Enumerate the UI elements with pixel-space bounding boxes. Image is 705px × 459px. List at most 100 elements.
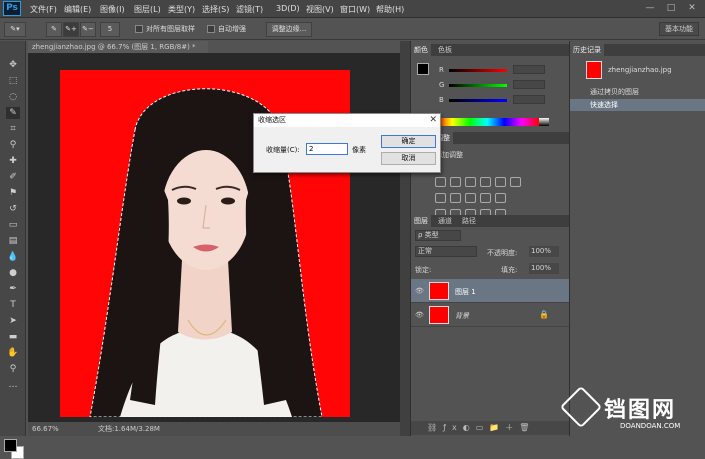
menu-image[interactable]: 图像(I) bbox=[100, 4, 125, 15]
history-panel-tabs: 历史记录 bbox=[570, 44, 705, 56]
right-panel-column: 颜色 色板 R G B 调整 添加调整 图层 通道 路径 ρ 类型 正常 不透明… bbox=[410, 41, 569, 436]
blur-tool-icon[interactable]: 💧 bbox=[6, 251, 20, 263]
tab-color[interactable]: 颜色 bbox=[411, 44, 431, 56]
quick-selection-tool-icon[interactable]: ✎ bbox=[6, 107, 20, 119]
new-selection-icon[interactable]: ✎ bbox=[46, 22, 62, 37]
layer-name[interactable]: 背景 bbox=[455, 311, 469, 321]
eyedropper-tool-icon[interactable]: ⚲ bbox=[6, 139, 20, 151]
quick-select-tool-preset-icon[interactable]: ✎▾ bbox=[4, 22, 26, 37]
minimize-button[interactable]: — bbox=[641, 2, 659, 15]
auto-enhance-checkbox[interactable] bbox=[207, 25, 215, 33]
eraser-tool-icon[interactable]: ▭ bbox=[6, 219, 20, 231]
menu-select[interactable]: 选择(S) bbox=[202, 4, 229, 15]
menu-edit[interactable]: 编辑(E) bbox=[64, 4, 91, 15]
dodge-tool-icon[interactable]: ● bbox=[6, 267, 20, 279]
shape-tool-icon[interactable]: ▬ bbox=[6, 331, 20, 343]
type-tool-icon[interactable]: T bbox=[6, 299, 20, 311]
visibility-eye-icon[interactable]: 👁 bbox=[415, 311, 424, 319]
healing-brush-tool-icon[interactable]: ✚ bbox=[6, 155, 20, 167]
curves-icon[interactable] bbox=[465, 177, 476, 187]
workspace-switcher[interactable]: 基本功能 bbox=[659, 22, 699, 36]
fill-field[interactable]: 100% bbox=[529, 263, 559, 274]
gradient-tool-icon[interactable]: ▤ bbox=[6, 235, 20, 247]
hue-saturation-icon[interactable] bbox=[510, 177, 521, 187]
subtract-from-selection-icon[interactable]: ✎− bbox=[80, 22, 96, 37]
sample-all-layers-checkbox[interactable] bbox=[135, 25, 143, 33]
brightness-contrast-icon[interactable] bbox=[435, 177, 446, 187]
history-step[interactable]: 通过拷贝的图层 bbox=[570, 86, 705, 98]
hand-tool-icon[interactable]: ✋ bbox=[6, 347, 20, 359]
brush-tool-icon[interactable]: ✐ bbox=[6, 171, 20, 183]
color-ramp[interactable] bbox=[435, 118, 539, 126]
dialog-close-icon[interactable]: ✕ bbox=[429, 114, 437, 127]
crop-tool-icon[interactable]: ⌗ bbox=[6, 123, 20, 135]
menu-view[interactable]: 视图(V) bbox=[306, 4, 334, 15]
opacity-field[interactable]: 100% bbox=[529, 246, 559, 257]
more-tools-icon[interactable]: … bbox=[6, 379, 20, 391]
menu-layer[interactable]: 图层(L) bbox=[134, 4, 161, 15]
history-brush-tool-icon[interactable]: ↺ bbox=[6, 203, 20, 215]
channel-mixer-icon[interactable] bbox=[480, 193, 491, 203]
tab-channels[interactable]: 通道 bbox=[435, 215, 455, 227]
green-slider[interactable] bbox=[449, 84, 507, 87]
photo-filter-icon[interactable] bbox=[465, 193, 476, 203]
brush-size-picker[interactable]: 5 bbox=[100, 22, 120, 37]
maximize-button[interactable]: □ bbox=[662, 2, 680, 15]
tab-layers[interactable]: 图层 bbox=[411, 215, 431, 227]
visibility-eye-icon[interactable]: 👁 bbox=[415, 287, 424, 295]
snapshot-name[interactable]: zhengjianzhao.jpg bbox=[608, 66, 672, 74]
clone-stamp-tool-icon[interactable]: ⚑ bbox=[6, 187, 20, 199]
add-to-selection-icon[interactable]: ✎+ bbox=[63, 22, 79, 37]
layer-kind-filter[interactable]: ρ 类型 bbox=[415, 230, 461, 241]
zoom-tool-icon[interactable]: ⚲ bbox=[6, 363, 20, 375]
history-step-selected[interactable]: 快速选择 bbox=[570, 99, 705, 111]
red-value-field[interactable] bbox=[513, 65, 545, 74]
document-info: 文档:1.64M/3.28M bbox=[98, 425, 160, 433]
green-value-field[interactable] bbox=[513, 80, 545, 89]
path-selection-tool-icon[interactable]: ➤ bbox=[6, 315, 20, 327]
lasso-tool-icon[interactable]: ◌ bbox=[6, 91, 20, 103]
close-window-button[interactable]: ✕ bbox=[683, 2, 701, 15]
blue-value-field[interactable] bbox=[513, 95, 545, 104]
blend-mode-select[interactable]: 正常 bbox=[415, 246, 477, 257]
color-swatches[interactable] bbox=[4, 439, 24, 459]
grayscale-ramp[interactable] bbox=[539, 118, 549, 126]
menu-help[interactable]: 帮助(H) bbox=[376, 4, 404, 15]
ok-button[interactable]: 确定 bbox=[381, 135, 436, 148]
tab-swatches[interactable]: 色板 bbox=[435, 44, 455, 56]
panel-foreground-swatch[interactable] bbox=[417, 63, 429, 75]
menu-window[interactable]: 窗口(W) bbox=[340, 4, 370, 15]
marquee-tool-icon[interactable]: ⬚ bbox=[6, 75, 20, 87]
menu-filter[interactable]: 滤镜(T) bbox=[236, 4, 263, 15]
cancel-button[interactable]: 取消 bbox=[381, 152, 436, 165]
refine-edge-button[interactable]: 调整边缘... bbox=[266, 22, 312, 37]
levels-icon[interactable] bbox=[450, 177, 461, 187]
foreground-color-swatch[interactable] bbox=[4, 439, 17, 452]
layer-row-background[interactable]: 👁 背景 🔒 bbox=[411, 303, 569, 327]
tab-history[interactable]: 历史记录 bbox=[570, 44, 604, 56]
history-step-label: 快速选择 bbox=[590, 101, 618, 109]
black-white-icon[interactable] bbox=[450, 193, 461, 203]
red-slider[interactable] bbox=[449, 69, 507, 72]
tab-paths[interactable]: 路径 bbox=[459, 215, 479, 227]
snapshot-thumbnail[interactable] bbox=[586, 61, 602, 79]
watermark-logo-icon bbox=[559, 385, 603, 429]
zoom-level[interactable]: 66.67% bbox=[32, 422, 59, 436]
layers-footer-icons[interactable]: ⛓ƒx◐▭📁＋🗑 bbox=[411, 421, 569, 435]
layer-row-1[interactable]: 👁 图层 1 bbox=[411, 279, 569, 303]
layer-name[interactable]: 图层 1 bbox=[455, 287, 476, 297]
blue-slider[interactable] bbox=[449, 99, 507, 102]
pen-tool-icon[interactable]: ✒ bbox=[6, 283, 20, 295]
document-tab[interactable]: zhengjianzhao.jpg @ 66.7% (图层 1, RGB/8#)… bbox=[28, 41, 208, 53]
move-tool-icon[interactable]: ✥ bbox=[6, 59, 20, 71]
channel-b-label: B bbox=[439, 96, 444, 104]
contract-by-input[interactable]: 2 bbox=[306, 143, 348, 155]
exposure-icon[interactable] bbox=[480, 177, 491, 187]
color-lookup-icon[interactable] bbox=[495, 193, 506, 203]
menu-3d[interactable]: 3D(D) bbox=[276, 4, 300, 13]
color-balance-icon[interactable] bbox=[435, 193, 446, 203]
menu-file[interactable]: 文件(F) bbox=[30, 4, 57, 15]
menu-type[interactable]: 类型(Y) bbox=[168, 4, 195, 15]
history-step-label: 通过拷贝的图层 bbox=[590, 88, 639, 96]
vibrance-icon[interactable] bbox=[495, 177, 506, 187]
